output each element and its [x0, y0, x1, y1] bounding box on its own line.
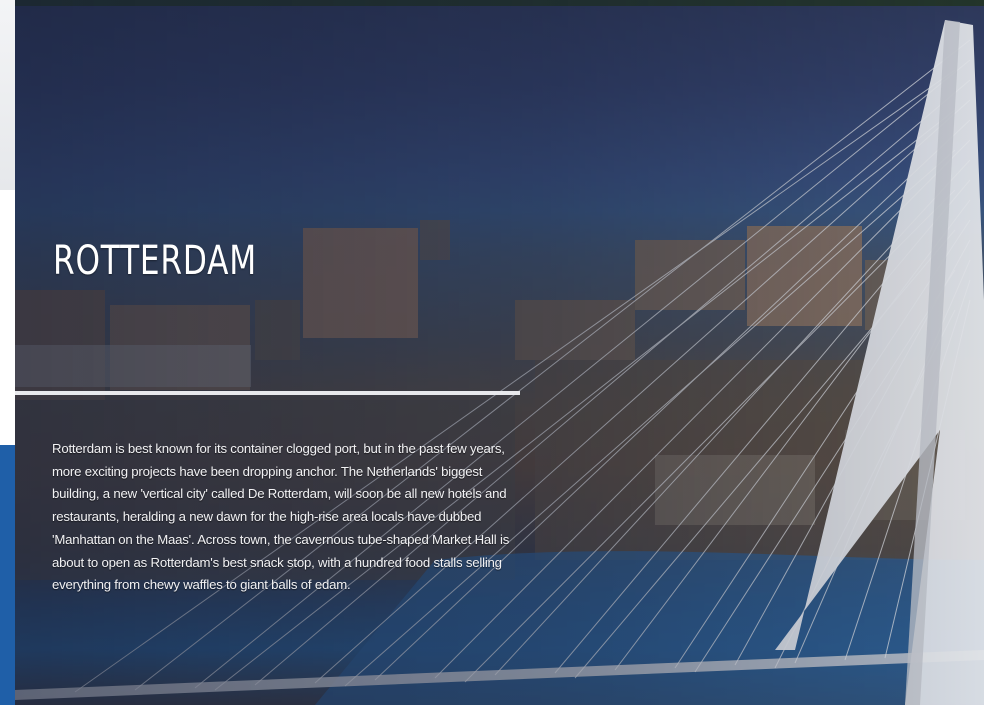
title-divider [15, 391, 520, 395]
hero-dark-overlay [15, 0, 984, 705]
article-body: Rotterdam is best known for its containe… [52, 441, 510, 593]
page-frame: ROTTERDAM Rotterdam is best known for it… [0, 0, 984, 705]
left-blue-panel-edge [0, 445, 15, 705]
hero-section: ROTTERDAM Rotterdam is best known for it… [15, 0, 984, 705]
article-title: ROTTERDAM [53, 238, 257, 284]
left-page-edge [0, 0, 16, 190]
